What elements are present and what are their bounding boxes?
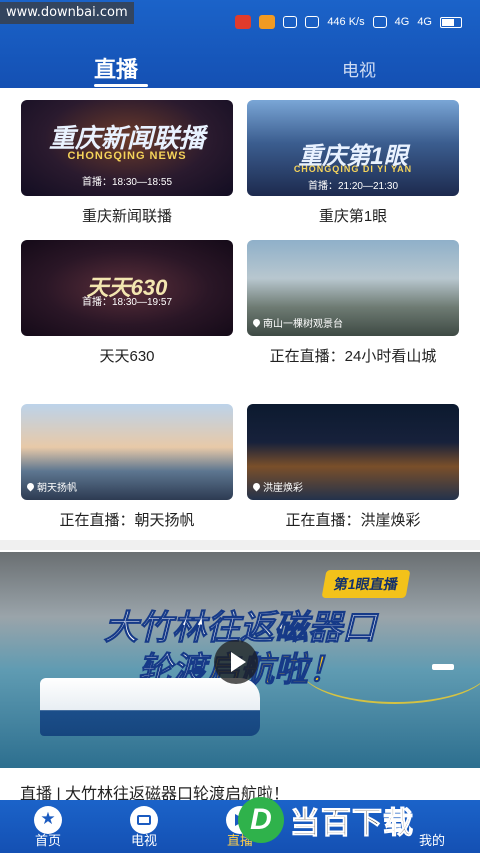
watermark-logo-icon: D — [238, 797, 284, 843]
channel-thumbnail[interactable]: 洪崖焕彩 — [247, 404, 459, 500]
nav-label: 电视 — [130, 833, 157, 848]
channel-thumbnail[interactable]: 重庆新闻联播 CHONGQING NEWS 首播：18:30—18:55 — [21, 100, 233, 196]
airtime-caption: 首播：21:20—21:30 — [307, 181, 399, 192]
signal-label: 4G — [417, 16, 432, 28]
channel-card[interactable]: 重庆第1眼 CHONGQING DI YI YAN 首播：21:20—21:30… — [247, 100, 459, 230]
thumbnail-subtitle: CHONGQING NEWS — [67, 150, 187, 162]
network-speed: 446 K/s — [327, 16, 365, 28]
watermark-logo-text: 当百下载 — [290, 807, 414, 841]
app-notification-icon — [259, 15, 276, 29]
ferry-image — [40, 678, 260, 736]
wifi-icon — [372, 16, 387, 28]
location-label: 洪崖焕彩 — [263, 483, 303, 494]
nav-label: 首页 — [34, 833, 61, 848]
channel-title[interactable]: 重庆第1眼 — [247, 204, 459, 230]
channel-title[interactable]: 正在直播：洪崖焕彩 — [247, 508, 459, 534]
channel-thumbnail[interactable]: 南山一棵树观景台 — [247, 240, 459, 336]
channel-thumbnail[interactable]: 重庆第1眼 CHONGQING DI YI YAN 首播：21:20—21:30 — [247, 100, 459, 196]
boat-image — [432, 664, 454, 670]
location-tag: 朝天扬帆 — [25, 479, 77, 494]
location-tag: 洪崖焕彩 — [251, 479, 303, 494]
watermark-url: www.downbai.com — [0, 2, 134, 24]
status-bar: 446 K/s 4G 4G — [150, 12, 462, 32]
battery-icon — [440, 16, 462, 28]
banner-badge: 第1眼直播 — [321, 570, 411, 598]
nfc-icon — [283, 16, 298, 28]
location-label: 朝天扬帆 — [37, 483, 77, 494]
airtime-caption: 首播：18:30—18:55 — [81, 177, 173, 188]
tab-tv[interactable]: 电视 — [342, 56, 376, 81]
location-pin-icon — [25, 481, 36, 492]
location-pin-icon — [251, 317, 262, 328]
channel-title[interactable]: 重庆新闻联播 — [21, 204, 233, 230]
active-tab-indicator — [94, 84, 148, 87]
nav-item-tv[interactable]: 电视 — [96, 800, 192, 853]
airtime-caption: 首播：18:30—19:57 — [81, 297, 173, 308]
section-divider — [0, 540, 480, 550]
channel-thumbnail[interactable]: 朝天扬帆 — [21, 404, 233, 500]
channel-card[interactable]: 洪崖焕彩 正在直播：洪崖焕彩 — [247, 404, 459, 534]
thumbnail-subtitle: CHONGQING DI YI YAN — [293, 164, 413, 174]
location-pin-icon — [251, 481, 262, 492]
alarm-icon — [305, 16, 320, 28]
location-tag: 南山一棵树观景台 — [251, 315, 343, 330]
featured-banner[interactable]: 第1眼直播 大竹林往返磁器口 轮渡启航啦！ — [0, 552, 480, 768]
signal-label: 4G — [394, 16, 410, 28]
tab-live[interactable]: 直播 — [94, 52, 138, 84]
channel-title[interactable]: 天天630 — [21, 344, 233, 370]
channel-card[interactable]: 南山一棵树观景台 正在直播：24小时看山城 — [247, 240, 459, 370]
location-label: 南山一棵树观景台 — [263, 319, 343, 330]
channel-card[interactable]: 朝天扬帆 正在直播：朝天扬帆 — [21, 404, 233, 534]
channel-thumbnail[interactable]: 天天630 首播：18:30—19:57 — [21, 240, 233, 336]
channel-title[interactable]: 正在直播：24小时看山城 — [247, 344, 459, 370]
play-icon[interactable] — [214, 640, 258, 684]
channel-card[interactable]: 重庆新闻联播 CHONGQING NEWS 首播：18:30—18:55 重庆新… — [21, 100, 233, 230]
watermark-logo: D 当百下载 — [238, 790, 474, 850]
channel-title[interactable]: 正在直播：朝天扬帆 — [21, 508, 233, 534]
channel-card[interactable]: 天天630 首播：18:30—19:57 天天630 — [21, 240, 233, 370]
app-notification-icon — [235, 15, 252, 29]
nav-item-home[interactable]: 首页 — [0, 800, 96, 853]
